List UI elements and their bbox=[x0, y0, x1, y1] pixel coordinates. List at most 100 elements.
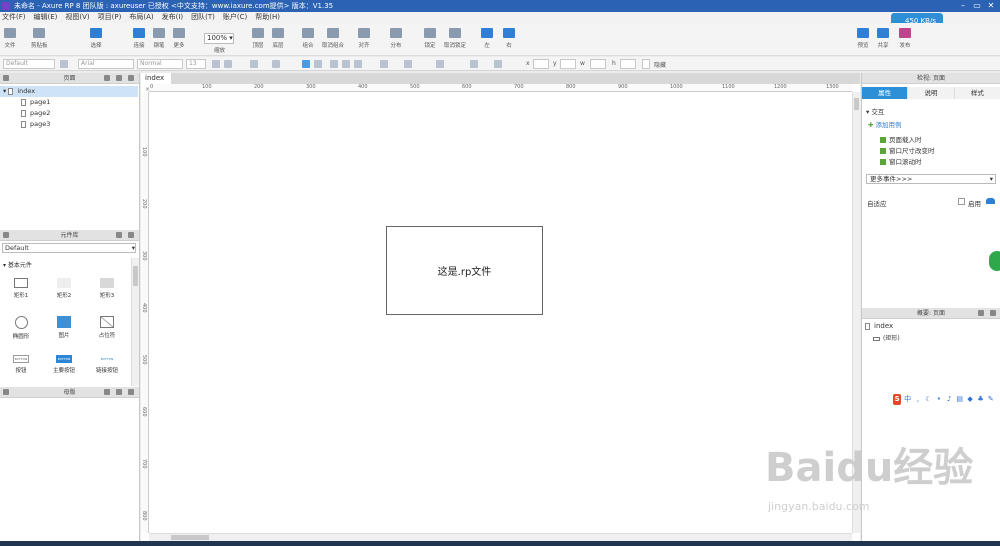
menu-arrange[interactable]: 布局(A) bbox=[129, 12, 153, 23]
menu-view[interactable]: 视图(V) bbox=[65, 12, 89, 23]
widget-rect3[interactable]: 矩形3 bbox=[89, 278, 125, 299]
tab-properties[interactable]: 属性 bbox=[862, 87, 909, 99]
search-icon[interactable] bbox=[128, 389, 134, 395]
line-style-icon[interactable] bbox=[470, 60, 478, 68]
pen-button[interactable]: 钢笔 bbox=[153, 28, 165, 49]
adaptive-views-icon[interactable] bbox=[986, 198, 995, 204]
distribute-button[interactable]: 分布 bbox=[390, 28, 402, 49]
widget-ellipse[interactable]: 椭圆形 bbox=[3, 316, 39, 340]
menu-icon[interactable] bbox=[116, 232, 122, 238]
filter-icon[interactable] bbox=[978, 310, 984, 316]
scroll-thumb[interactable] bbox=[171, 535, 209, 540]
font-color-icon[interactable] bbox=[250, 60, 258, 68]
page-item-page2[interactable]: page2 bbox=[0, 108, 138, 119]
widget-rect1[interactable]: 矩形1 bbox=[3, 278, 39, 299]
moon-icon[interactable]: ☾ bbox=[924, 394, 932, 405]
zoom-select[interactable]: 100% ▾ bbox=[204, 33, 234, 44]
ungroup-button[interactable]: 取消组合 bbox=[322, 28, 344, 49]
panel-collapse-icon[interactable] bbox=[3, 75, 9, 81]
outline-root[interactable]: index bbox=[865, 322, 893, 330]
canvas-horizontal-scrollbar[interactable] bbox=[149, 533, 852, 541]
text-align-left-icon[interactable] bbox=[302, 60, 310, 68]
page-item-page1[interactable]: page1 bbox=[0, 97, 138, 108]
tab-index[interactable]: index × bbox=[141, 73, 171, 93]
bring-top-button[interactable]: 顶层 bbox=[252, 28, 264, 49]
shirt-icon[interactable]: ♣ bbox=[976, 394, 984, 405]
add-case-link[interactable]: ✚ 添加用例 bbox=[868, 119, 902, 129]
align-left-button[interactable]: 左 bbox=[481, 28, 493, 49]
valign-middle-icon[interactable] bbox=[354, 60, 362, 68]
keyboard-icon[interactable]: ▤ bbox=[955, 394, 963, 405]
microphone-icon[interactable]: ♪ bbox=[945, 394, 953, 405]
rectangle-widget[interactable]: 这是.rp文件 bbox=[386, 226, 543, 315]
library-scrollbar[interactable] bbox=[131, 258, 139, 386]
lock-button[interactable]: 锁定 bbox=[424, 28, 436, 49]
text-align-right-icon[interactable] bbox=[330, 60, 338, 68]
search-icon[interactable] bbox=[128, 232, 134, 238]
menu-account[interactable]: 账户(C) bbox=[223, 12, 247, 23]
arrow-style-icon[interactable] bbox=[494, 60, 502, 68]
add-folder-icon[interactable] bbox=[116, 75, 122, 81]
dot-icon[interactable]: • bbox=[935, 394, 943, 405]
send-bottom-button[interactable]: 底层 bbox=[272, 28, 284, 49]
add-page-icon[interactable] bbox=[104, 75, 110, 81]
floating-assistant-button[interactable] bbox=[989, 251, 1000, 271]
shadow-icon[interactable] bbox=[436, 60, 444, 68]
menu-team[interactable]: 团队(T) bbox=[191, 12, 215, 23]
more-button[interactable]: 更多 bbox=[173, 28, 185, 49]
event-window-scroll[interactable]: 窗口滚动时 bbox=[880, 156, 922, 166]
group-button[interactable]: 组合 bbox=[302, 28, 314, 49]
widget-link-button[interactable]: BUTTON 链接按钮 bbox=[89, 355, 125, 374]
font-select[interactable]: Arial bbox=[78, 59, 134, 69]
event-window-resize[interactable]: 窗口尺寸改变时 bbox=[880, 145, 935, 155]
style-edit-icon[interactable] bbox=[60, 60, 68, 68]
preview-button[interactable]: 预览 bbox=[857, 28, 869, 49]
file-button[interactable]: 文件 bbox=[4, 28, 16, 49]
align-button[interactable]: 对齐 bbox=[358, 28, 370, 49]
fill-color-icon[interactable] bbox=[272, 60, 280, 68]
menu-file[interactable]: 文件(F) bbox=[2, 12, 26, 23]
interaction-section[interactable]: ▾ 交互 bbox=[866, 106, 884, 116]
h-input[interactable] bbox=[620, 59, 636, 69]
align-right-button[interactable]: 右 bbox=[503, 28, 515, 49]
weight-select[interactable]: Normal bbox=[137, 59, 183, 69]
punctuation-icon[interactable]: , bbox=[914, 394, 922, 405]
maximize-icon[interactable]: ▭ bbox=[970, 0, 984, 12]
panel-collapse-icon[interactable] bbox=[3, 232, 9, 238]
enable-adaptive-checkbox[interactable] bbox=[958, 198, 965, 205]
text-align-center-icon[interactable] bbox=[314, 60, 322, 68]
border-width-icon[interactable] bbox=[404, 60, 412, 68]
widget-button[interactable]: BUTTON 按钮 bbox=[3, 355, 39, 374]
wrench-icon[interactable]: ✎ bbox=[987, 394, 995, 405]
page-item-index[interactable]: ▾ index bbox=[0, 86, 138, 97]
panel-collapse-icon[interactable] bbox=[3, 389, 9, 395]
chinese-mode-icon[interactable]: 中 bbox=[903, 394, 911, 405]
style-select[interactable]: Default bbox=[3, 59, 55, 69]
select-button[interactable]: 选择 bbox=[90, 28, 102, 49]
sogou-logo-icon[interactable]: S bbox=[893, 393, 902, 405]
library-select[interactable]: Default ▾ bbox=[2, 243, 136, 253]
basic-widgets-section[interactable]: ▾ 基本元件 bbox=[3, 260, 32, 269]
outline-child-rectangle[interactable]: (矩形) bbox=[873, 333, 900, 342]
border-color-icon[interactable] bbox=[380, 60, 388, 68]
publish-button[interactable]: 发布 bbox=[899, 28, 911, 49]
widget-image[interactable]: 图片 bbox=[46, 316, 82, 339]
widget-primary-button[interactable]: BUTTON 主要按钮 bbox=[46, 355, 82, 374]
tab-notes[interactable]: 说明 bbox=[908, 87, 955, 99]
more-events-select[interactable]: 更多事件>>> ▾ bbox=[866, 174, 996, 184]
menu-help[interactable]: 帮助(H) bbox=[255, 12, 280, 23]
bold-icon[interactable] bbox=[212, 60, 220, 68]
size-select[interactable]: 13 bbox=[186, 59, 206, 69]
y-input[interactable] bbox=[560, 59, 576, 69]
clipboard-button[interactable]: 剪贴板 bbox=[31, 28, 48, 49]
scroll-thumb[interactable] bbox=[854, 98, 859, 110]
close-icon[interactable]: ✕ bbox=[984, 0, 998, 12]
menu-publish[interactable]: 发布(I) bbox=[162, 12, 184, 23]
search-icon[interactable] bbox=[990, 310, 996, 316]
valign-top-icon[interactable] bbox=[342, 60, 350, 68]
connect-button[interactable]: 连接 bbox=[133, 28, 145, 49]
share-button[interactable]: 共享 bbox=[877, 28, 889, 49]
italic-icon[interactable] bbox=[224, 60, 232, 68]
page-item-page3[interactable]: page3 bbox=[0, 119, 138, 130]
scroll-thumb[interactable] bbox=[133, 266, 138, 286]
